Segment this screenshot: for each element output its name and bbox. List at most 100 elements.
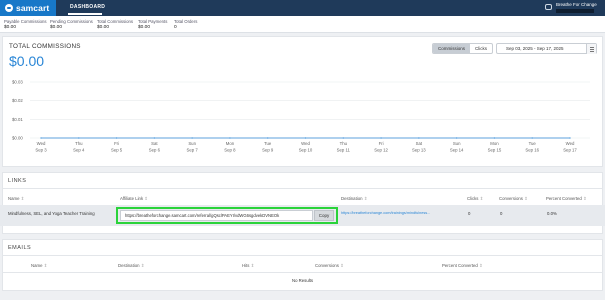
col-affiliate-link[interactable]: Affiliate Link ⇕ [120, 196, 148, 202]
y-tick-label: $0.03 [12, 80, 23, 85]
emails-title: EMAILS [8, 245, 32, 251]
x-tick-label: Sat [416, 141, 423, 146]
x-tick-label: Sep 5 [111, 148, 123, 153]
nav-active-indicator [68, 13, 102, 15]
x-tick-label: Wed [301, 141, 310, 146]
data-point[interactable] [380, 137, 382, 139]
col-destination[interactable]: Destination ⇕ [118, 263, 144, 269]
x-tick-label: Sep 16 [525, 148, 539, 153]
x-tick-label: Wed [37, 141, 46, 146]
stat-value: 0 [174, 25, 177, 30]
data-point[interactable] [418, 137, 420, 139]
x-tick-label: Sep 4 [73, 148, 85, 153]
commissions-chart: $0.03 $0.02 $0.01 $0.00 Wed Sep 3 Thu Sep 4 Fri S… [12, 80, 590, 153]
stat-value: $0.00 [97, 25, 110, 30]
brand-name: samcart [16, 3, 50, 13]
emails-card [2, 239, 603, 291]
conversions-value: 0 [500, 211, 503, 216]
menu-icon[interactable] [586, 44, 596, 54]
x-tick-label: Fri [379, 141, 384, 146]
x-tick-label: Sep 6 [149, 148, 161, 153]
x-tick-label: Sep 13 [412, 148, 426, 153]
x-tick-label: Sun [188, 141, 196, 146]
data-point[interactable] [229, 137, 231, 139]
x-tick-label: Sep 7 [187, 148, 199, 153]
stat-label: Payable Commissions [4, 19, 47, 24]
stat-total-commissions: Total Commissions $0.00 [97, 19, 133, 30]
toggle-clicks[interactable]: Clicks [470, 44, 492, 53]
metric-toggle: Commissions Clicks [432, 43, 494, 54]
col-destination[interactable]: Destination ⇕ [341, 196, 367, 202]
data-point[interactable] [493, 137, 496, 139]
data-point[interactable] [342, 137, 344, 139]
divider [2, 188, 603, 189]
nav-dashboard[interactable]: DASHBOARD [70, 4, 105, 10]
col-name[interactable]: Name ⇕ [31, 263, 47, 269]
data-point[interactable] [191, 137, 193, 139]
x-tick-label: Tue [264, 141, 272, 146]
user-name: Breathe For Change [556, 2, 597, 7]
col-conversions[interactable]: Conversions ⇕ [499, 196, 528, 202]
destination-link[interactable]: https://breatheforchange.com/trainings/m… [341, 211, 430, 215]
x-tick-label: Thu [75, 141, 83, 146]
percent-converted-value: 0.0% [547, 211, 557, 216]
data-point[interactable] [304, 137, 307, 139]
samcart-logo-icon [5, 4, 13, 12]
brand-logo[interactable]: samcart [0, 0, 56, 16]
data-point[interactable] [40, 137, 42, 139]
x-tick-label: Sep 11 [337, 148, 351, 153]
copy-button[interactable]: Copy [314, 210, 334, 221]
y-tick-label: $0.02 [12, 98, 23, 103]
data-point[interactable] [531, 137, 533, 139]
y-tick-label: $0.00 [12, 136, 23, 141]
stat-label: Total Commissions [97, 19, 134, 24]
x-tick-label: Sep 3 [35, 148, 47, 153]
stat-value: $0.00 [50, 25, 63, 30]
affiliate-link-input[interactable]: https://breatheforchange.samcart.com/ref… [120, 210, 313, 221]
x-tick-label: Sep 17 [563, 148, 577, 153]
data-point[interactable] [153, 137, 155, 139]
user-email-redacted [556, 9, 594, 13]
stat-payable-commissions: Payable Commissions $0.00 [4, 19, 47, 30]
x-tick-label: Mon [490, 141, 499, 146]
col-percent-converted[interactable]: Percent Converted ⇕ [546, 196, 587, 202]
data-point[interactable] [267, 137, 269, 139]
x-tick-label: Sep 10 [299, 148, 313, 153]
x-tick-label: Sep 15 [488, 148, 502, 153]
x-tick-label: Tue [529, 141, 537, 146]
date-range-value: Sep 03, 2025 - Sep 17, 2025 [506, 46, 564, 51]
x-tick-label: Sep 14 [450, 148, 464, 153]
x-tick-label: Sat [151, 141, 158, 146]
col-clicks[interactable]: Clicks ⇕ [467, 196, 483, 202]
stat-total-payments: Total Payments $0.00 [138, 19, 167, 30]
total-commissions-title: TOTAL COMMISSIONS [9, 43, 81, 50]
data-point[interactable] [456, 137, 458, 139]
data-point[interactable] [115, 137, 118, 139]
no-results-text: No Results [292, 278, 314, 283]
total-commissions-value: $0.00 [9, 53, 45, 69]
clicks-value: 0 [468, 211, 471, 216]
col-hits[interactable]: Hits ⇕ [242, 263, 254, 269]
date-range-picker[interactable]: Sep 03, 2025 - Sep 17, 2025 [496, 43, 597, 54]
stat-value: $0.00 [138, 25, 151, 30]
user-menu[interactable]: Breathe For Change [540, 0, 605, 16]
x-tick-label: Sep 9 [262, 148, 274, 153]
divider [2, 272, 603, 273]
stat-value: $0.00 [4, 25, 17, 30]
stat-pending-commissions: Pending Commissions $0.00 [50, 19, 93, 30]
x-tick-label: Sep 8 [224, 148, 236, 153]
store-icon [545, 4, 552, 10]
toggle-commissions[interactable]: Commissions [433, 44, 471, 53]
link-name: Mindfulness, SEL, and Yoga Teacher Train… [8, 211, 95, 216]
data-point[interactable] [78, 137, 80, 139]
col-conversions[interactable]: Conversions ⇕ [315, 263, 344, 269]
divider [2, 255, 603, 256]
x-tick-label: Sun [453, 141, 461, 146]
x-tick-label: Fri [114, 141, 119, 146]
data-point[interactable] [569, 137, 571, 139]
col-name[interactable]: Name ⇕ [8, 196, 24, 202]
stats-bar: Payable Commissions $0.00 Pending Commis… [0, 16, 605, 33]
stat-total-orders: Total Orders 0 [174, 19, 197, 30]
y-tick-label: $0.01 [12, 117, 23, 122]
col-percent-converted[interactable]: Percent Converted ⇕ [442, 263, 483, 269]
